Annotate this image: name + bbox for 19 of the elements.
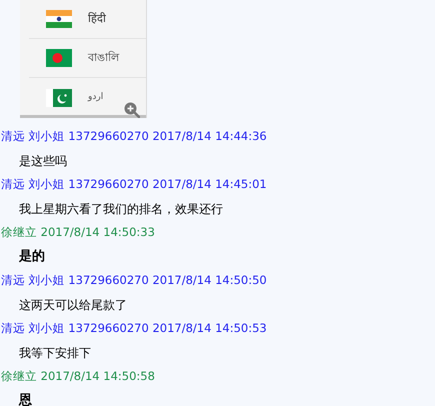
message-header: 徐继立 2017/8/14 14:50:33: [1, 224, 155, 242]
message-text: 恩: [19, 392, 32, 406]
message-header: 清远 刘小姐 13729660270 2017/8/14 14:50:50: [1, 272, 267, 290]
message-text: 我上星期六看了我们的排名，效果还行: [19, 201, 223, 218]
language-label: हिंदी: [88, 10, 106, 27]
message-header: 清远 刘小姐 13729660270 2017/8/14 14:44:36: [1, 128, 267, 146]
flag-icon: [46, 88, 72, 106]
flag-icon: [46, 10, 72, 28]
language-label: বাঙালি: [88, 50, 119, 66]
message-header: 清远 刘小姐 13729660270 2017/8/14 14:45:01: [1, 176, 267, 194]
zoom-in-icon[interactable]: [124, 102, 140, 118]
message-header: 清远 刘小姐 13729660270 2017/8/14 14:50:53: [1, 320, 267, 338]
message-text: 这两天可以给尾款了: [19, 297, 127, 314]
flag-icon: [46, 49, 72, 67]
language-label: اردو: [88, 90, 104, 104]
message-text: 我等下安排下: [19, 345, 91, 362]
message-text: 是这些吗: [19, 153, 67, 170]
message-header: 徐继立 2017/8/14 14:50:58: [1, 368, 155, 386]
message-text: 是的: [19, 248, 45, 266]
